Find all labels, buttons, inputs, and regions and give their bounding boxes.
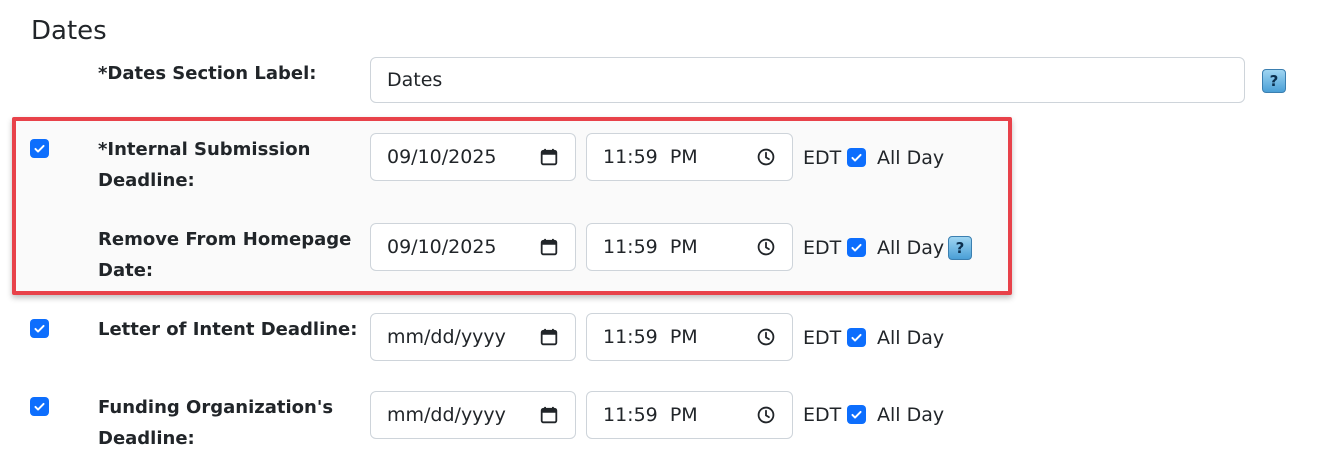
internal-submission-enable-checkbox[interactable] (30, 139, 49, 158)
internal-submission-label-line1: *Internal Submission (98, 139, 311, 160)
funding-org-enable-checkbox[interactable] (30, 397, 49, 416)
letter-of-intent-all-day-label[interactable]: All Day (877, 327, 944, 349)
internal-submission-date-value: 09/10/2025 (387, 146, 497, 168)
funding-org-time-value: 11:59 PM (603, 404, 698, 426)
remove-homepage-all-day-checkbox[interactable] (847, 238, 866, 257)
letter-of-intent-label: Letter of Intent Deadline: (98, 314, 357, 345)
remove-homepage-time-value: 11:59 PM (603, 236, 698, 258)
remove-homepage-timezone: EDT (803, 237, 842, 259)
check-icon (851, 410, 862, 419)
remove-homepage-date-value: 09/10/2025 (387, 236, 497, 258)
clock-icon[interactable] (756, 327, 776, 347)
internal-submission-all-day-checkbox[interactable] (847, 148, 866, 167)
funding-org-label-line2: Deadline: (98, 428, 195, 449)
clock-icon[interactable] (756, 147, 776, 167)
check-icon (34, 324, 45, 333)
letter-of-intent-timezone: EDT (803, 327, 842, 349)
clock-icon[interactable] (756, 405, 776, 425)
funding-org-label-line1: Funding Organization's (98, 397, 334, 418)
check-icon (851, 153, 862, 162)
letter-of-intent-all-day-checkbox[interactable] (847, 328, 866, 347)
internal-submission-time-input[interactable]: 11:59 PM (586, 133, 793, 181)
funding-org-date-value: mm/dd/yyyy (387, 404, 506, 426)
funding-org-label: Funding Organization's Deadline: (98, 392, 333, 454)
letter-of-intent-time-input[interactable]: 11:59 PM (586, 313, 793, 361)
remove-homepage-label-line2: Date: (98, 260, 154, 281)
dates-section-label-input[interactable]: Dates (370, 57, 1245, 103)
internal-submission-timezone: EDT (803, 147, 842, 169)
internal-submission-label: *Internal Submission Deadline: (98, 134, 310, 196)
letter-of-intent-enable-checkbox[interactable] (30, 319, 49, 338)
check-icon (34, 144, 45, 153)
clock-icon[interactable] (756, 237, 776, 257)
calendar-icon[interactable] (539, 237, 559, 257)
help-icon[interactable]: ? (1262, 69, 1286, 93)
calendar-icon[interactable] (539, 327, 559, 347)
help-icon[interactable]: ? (948, 236, 972, 260)
internal-submission-label-line2: Deadline: (98, 170, 195, 191)
check-icon (34, 402, 45, 411)
calendar-icon[interactable] (539, 147, 559, 167)
remove-homepage-label: Remove From Homepage Date: (98, 224, 351, 286)
remove-homepage-label-line1: Remove From Homepage (98, 229, 352, 250)
funding-org-date-input[interactable]: mm/dd/yyyy (370, 391, 576, 439)
remove-homepage-date-input[interactable]: 09/10/2025 (370, 223, 576, 271)
funding-org-timezone: EDT (803, 404, 842, 426)
internal-submission-time-value: 11:59 PM (603, 146, 698, 168)
letter-of-intent-label-line1: Letter of Intent Deadline: (98, 319, 358, 340)
letter-of-intent-date-value: mm/dd/yyyy (387, 326, 506, 348)
funding-org-all-day-checkbox[interactable] (847, 405, 866, 424)
letter-of-intent-time-value: 11:59 PM (603, 326, 698, 348)
check-icon (851, 333, 862, 342)
dates-section-label: *Dates Section Label: (98, 63, 317, 84)
calendar-icon[interactable] (539, 405, 559, 425)
remove-homepage-all-day-label[interactable]: All Day (877, 237, 944, 259)
letter-of-intent-date-input[interactable]: mm/dd/yyyy (370, 313, 576, 361)
remove-homepage-time-input[interactable]: 11:59 PM (586, 223, 793, 271)
internal-submission-date-input[interactable]: 09/10/2025 (370, 133, 576, 181)
funding-org-all-day-label[interactable]: All Day (877, 404, 944, 426)
internal-submission-all-day-label[interactable]: All Day (877, 147, 944, 169)
funding-org-time-input[interactable]: 11:59 PM (586, 391, 793, 439)
dates-section-label-value: Dates (387, 69, 443, 91)
check-icon (851, 243, 862, 252)
section-title: Dates (31, 16, 107, 46)
